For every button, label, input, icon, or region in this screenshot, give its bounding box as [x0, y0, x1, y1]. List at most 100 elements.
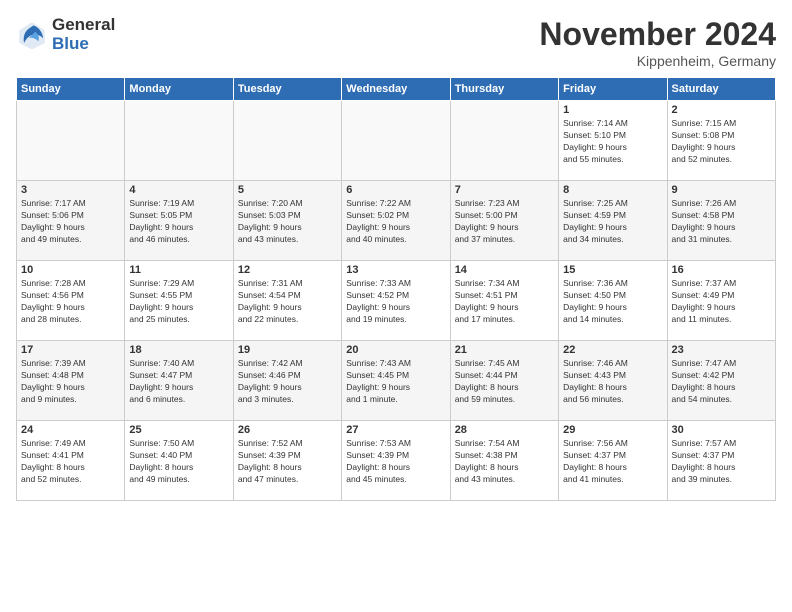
calendar-cell: 7 Sunrise: 7:23 AM Sunset: 5:00 PM Daylig… — [450, 181, 558, 261]
day-info: Sunrise: 7:39 AM Sunset: 4:48 PM Dayligh… — [21, 358, 120, 406]
day-number: 28 — [455, 424, 554, 436]
calendar-cell: 12 Sunrise: 7:31 AM Sunset: 4:54 PM Dayli… — [233, 261, 341, 341]
day-number: 18 — [129, 344, 228, 356]
calendar-header-row: SundayMondayTuesdayWednesdayThursdayFrid… — [17, 78, 776, 101]
calendar-cell: 2 Sunrise: 7:15 AM Sunset: 5:08 PM Daylig… — [667, 101, 775, 181]
day-number: 11 — [129, 264, 228, 276]
day-number: 7 — [455, 184, 554, 196]
calendar-cell — [450, 101, 558, 181]
day-info: Sunrise: 7:50 AM Sunset: 4:40 PM Dayligh… — [129, 438, 228, 486]
calendar-week-1: 1Sunrise: 7:14 AM Sunset: 5:10 PM Daylig… — [17, 101, 776, 181]
logo-text: General Blue — [52, 16, 115, 53]
day-number: 26 — [238, 424, 337, 436]
calendar-week-4: 17 Sunrise: 7:39 AM Sunset: 4:48 PM Dayli… — [17, 341, 776, 421]
calendar-cell — [17, 101, 125, 181]
day-info: Sunrise: 7:43 AM Sunset: 4:45 PM Dayligh… — [346, 358, 445, 406]
calendar-cell: 4 Sunrise: 7:19 AM Sunset: 5:05 PM Daylig… — [125, 181, 233, 261]
day-info: Sunrise: 7:36 AM Sunset: 4:50 PM Dayligh… — [563, 278, 662, 326]
calendar-cell: 16Sunrise: 7:37 AM Sunset: 4:49 PM Dayli… — [667, 261, 775, 341]
day-number: 30 — [672, 424, 771, 436]
col-header-wednesday: Wednesday — [342, 78, 450, 101]
calendar-cell: 18 Sunrise: 7:40 AM Sunset: 4:47 PM Dayli… — [125, 341, 233, 421]
day-number: 4 — [129, 184, 228, 196]
calendar-cell: 9 Sunrise: 7:26 AM Sunset: 4:58 PM Daylig… — [667, 181, 775, 261]
calendar-cell: 15 Sunrise: 7:36 AM Sunset: 4:50 PM Dayli… — [559, 261, 667, 341]
day-number: 27 — [346, 424, 445, 436]
day-info: Sunrise: 7:15 AM Sunset: 5:08 PM Dayligh… — [672, 118, 771, 166]
title-block: November 2024 Kippenheim, Germany — [539, 16, 776, 69]
day-number: 29 — [563, 424, 662, 436]
day-info: Sunrise: 7:34 AM Sunset: 4:51 PM Dayligh… — [455, 278, 554, 326]
day-info: Sunrise: 7:19 AM Sunset: 5:05 PM Dayligh… — [129, 198, 228, 246]
day-info: Sunrise: 7:26 AM Sunset: 4:58 PM Dayligh… — [672, 198, 771, 246]
logo-general: General — [52, 16, 115, 35]
day-number: 15 — [563, 264, 662, 276]
calendar-cell — [233, 101, 341, 181]
calendar-cell: 10 Sunrise: 7:28 AM Sunset: 4:56 PM Dayli… — [17, 261, 125, 341]
calendar-week-2: 3Sunrise: 7:17 AM Sunset: 5:06 PM Daylig… — [17, 181, 776, 261]
day-number: 21 — [455, 344, 554, 356]
day-info: Sunrise: 7:53 AM Sunset: 4:39 PM Dayligh… — [346, 438, 445, 486]
logo-blue: Blue — [52, 35, 115, 54]
calendar-cell: 21Sunrise: 7:45 AM Sunset: 4:44 PM Dayli… — [450, 341, 558, 421]
day-info: Sunrise: 7:56 AM Sunset: 4:37 PM Dayligh… — [563, 438, 662, 486]
col-header-sunday: Sunday — [17, 78, 125, 101]
day-info: Sunrise: 7:57 AM Sunset: 4:37 PM Dayligh… — [672, 438, 771, 486]
day-info: Sunrise: 7:20 AM Sunset: 5:03 PM Dayligh… — [238, 198, 337, 246]
calendar-cell — [342, 101, 450, 181]
day-info: Sunrise: 7:33 AM Sunset: 4:52 PM Dayligh… — [346, 278, 445, 326]
col-header-tuesday: Tuesday — [233, 78, 341, 101]
day-number: 6 — [346, 184, 445, 196]
calendar-cell: 29 Sunrise: 7:56 AM Sunset: 4:37 PM Dayli… — [559, 421, 667, 501]
page: General Blue November 2024 Kippenheim, G… — [0, 0, 792, 612]
calendar-cell: 20 Sunrise: 7:43 AM Sunset: 4:45 PM Dayli… — [342, 341, 450, 421]
col-header-thursday: Thursday — [450, 78, 558, 101]
day-info: Sunrise: 7:52 AM Sunset: 4:39 PM Dayligh… — [238, 438, 337, 486]
calendar-week-3: 10 Sunrise: 7:28 AM Sunset: 4:56 PM Dayli… — [17, 261, 776, 341]
calendar-cell: 6 Sunrise: 7:22 AM Sunset: 5:02 PM Daylig… — [342, 181, 450, 261]
logo: General Blue — [16, 16, 115, 53]
calendar-cell: 1Sunrise: 7:14 AM Sunset: 5:10 PM Daylig… — [559, 101, 667, 181]
calendar-table: SundayMondayTuesdayWednesdayThursdayFrid… — [16, 77, 776, 501]
day-info: Sunrise: 7:47 AM Sunset: 4:42 PM Dayligh… — [672, 358, 771, 406]
day-info: Sunrise: 7:40 AM Sunset: 4:47 PM Dayligh… — [129, 358, 228, 406]
calendar-cell: 30 Sunrise: 7:57 AM Sunset: 4:37 PM Dayli… — [667, 421, 775, 501]
day-info: Sunrise: 7:29 AM Sunset: 4:55 PM Dayligh… — [129, 278, 228, 326]
day-number: 12 — [238, 264, 337, 276]
day-info: Sunrise: 7:42 AM Sunset: 4:46 PM Dayligh… — [238, 358, 337, 406]
calendar-cell: 19 Sunrise: 7:42 AM Sunset: 4:46 PM Dayli… — [233, 341, 341, 421]
calendar-cell: 23Sunrise: 7:47 AM Sunset: 4:42 PM Dayli… — [667, 341, 775, 421]
day-number: 2 — [672, 104, 771, 116]
day-number: 10 — [21, 264, 120, 276]
day-number: 13 — [346, 264, 445, 276]
calendar-cell: 14 Sunrise: 7:34 AM Sunset: 4:51 PM Dayli… — [450, 261, 558, 341]
day-number: 20 — [346, 344, 445, 356]
day-info: Sunrise: 7:46 AM Sunset: 4:43 PM Dayligh… — [563, 358, 662, 406]
location: Kippenheim, Germany — [539, 53, 776, 69]
col-header-saturday: Saturday — [667, 78, 775, 101]
day-info: Sunrise: 7:25 AM Sunset: 4:59 PM Dayligh… — [563, 198, 662, 246]
day-info: Sunrise: 7:49 AM Sunset: 4:41 PM Dayligh… — [21, 438, 120, 486]
day-info: Sunrise: 7:23 AM Sunset: 5:00 PM Dayligh… — [455, 198, 554, 246]
day-info: Sunrise: 7:17 AM Sunset: 5:06 PM Dayligh… — [21, 198, 120, 246]
day-number: 17 — [21, 344, 120, 356]
day-info: Sunrise: 7:28 AM Sunset: 4:56 PM Dayligh… — [21, 278, 120, 326]
day-number: 14 — [455, 264, 554, 276]
calendar-cell: 11 Sunrise: 7:29 AM Sunset: 4:55 PM Dayli… — [125, 261, 233, 341]
day-number: 9 — [672, 184, 771, 196]
calendar-cell: 8 Sunrise: 7:25 AM Sunset: 4:59 PM Daylig… — [559, 181, 667, 261]
day-info: Sunrise: 7:54 AM Sunset: 4:38 PM Dayligh… — [455, 438, 554, 486]
day-number: 19 — [238, 344, 337, 356]
calendar-cell: 3Sunrise: 7:17 AM Sunset: 5:06 PM Daylig… — [17, 181, 125, 261]
day-number: 16 — [672, 264, 771, 276]
calendar-cell: 13 Sunrise: 7:33 AM Sunset: 4:52 PM Dayli… — [342, 261, 450, 341]
day-number: 24 — [21, 424, 120, 436]
day-number: 8 — [563, 184, 662, 196]
day-info: Sunrise: 7:22 AM Sunset: 5:02 PM Dayligh… — [346, 198, 445, 246]
calendar-week-5: 24 Sunrise: 7:49 AM Sunset: 4:41 PM Dayli… — [17, 421, 776, 501]
day-info: Sunrise: 7:14 AM Sunset: 5:10 PM Dayligh… — [563, 118, 662, 166]
calendar-cell: 22Sunrise: 7:46 AM Sunset: 4:43 PM Dayli… — [559, 341, 667, 421]
day-info: Sunrise: 7:31 AM Sunset: 4:54 PM Dayligh… — [238, 278, 337, 326]
calendar-cell: 28 Sunrise: 7:54 AM Sunset: 4:38 PM Dayli… — [450, 421, 558, 501]
calendar-cell: 17 Sunrise: 7:39 AM Sunset: 4:48 PM Dayli… — [17, 341, 125, 421]
